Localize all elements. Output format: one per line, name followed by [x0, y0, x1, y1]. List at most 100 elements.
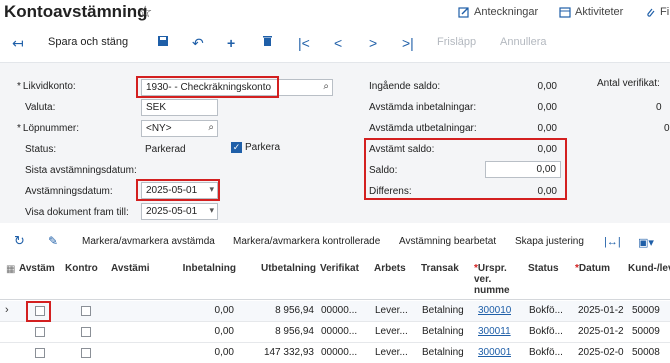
column-header-recon-no[interactable]: Avstämi — [111, 263, 156, 274]
create-adjustment-button[interactable]: Skapa justering — [515, 236, 584, 247]
voucher-cell: 00000... — [321, 347, 358, 358]
type-cell: Betalning — [422, 326, 464, 337]
orig-ref-link[interactable]: 300001 — [478, 347, 511, 358]
highlight-recon-date — [136, 179, 220, 201]
notes-link[interactable]: Anteckningar — [458, 6, 538, 18]
highlight-reconciled-checkbox — [26, 301, 51, 322]
txn-count-value: 0 — [656, 102, 662, 113]
module-cell: Lever... — [375, 326, 408, 337]
type-cell: Betalning — [422, 347, 464, 358]
checkmark-icon: ✓ — [231, 142, 242, 153]
ledger-account-label: Likvidkonto: — [17, 81, 76, 92]
verified-checkbox[interactable] — [81, 348, 91, 361]
status-cell: Bokfö... — [529, 305, 563, 316]
table-row[interactable]: 0,00 147 332,93 00000... Lever... Betaln… — [0, 343, 670, 363]
column-header-date[interactable]: *Datum — [575, 263, 625, 274]
export-excel-icon[interactable]: ▣▾ — [638, 236, 654, 249]
column-header-orig-ref[interactable]: *Urspr. ver. numme — [474, 263, 520, 296]
undo-icon[interactable]: ↶ — [192, 35, 204, 52]
reconciled-checkbox[interactable] — [35, 327, 45, 340]
cancel-button[interactable]: Annullera — [500, 36, 546, 48]
table-row[interactable]: › 0,00 8 956,94 00000... Lever... Betaln… — [0, 301, 670, 322]
ref-number-label: Löpnummer: — [17, 123, 79, 134]
orig-ref-link[interactable]: 300011 — [478, 326, 511, 337]
vendor-cell: 50009 — [632, 305, 660, 316]
column-header-status[interactable]: Status — [528, 263, 570, 274]
column-header-voucher[interactable]: Verifikat — [320, 263, 365, 274]
column-header-module[interactable]: Arbets — [374, 263, 414, 274]
module-cell: Lever... — [375, 347, 408, 358]
paperclip-icon — [647, 8, 655, 17]
table-row[interactable]: 0,00 8 956,94 00000... Lever... Betalnin… — [0, 322, 670, 343]
hold-checkbox[interactable]: ✓ — [231, 142, 242, 153]
edit-pencil-icon[interactable]: ✎ — [48, 234, 58, 248]
first-record-icon[interactable]: |< — [298, 35, 310, 51]
summary-form — [0, 63, 670, 223]
main-toolbar: ↤ Spara och stäng ↶ + |< < > >| Frisläpp… — [0, 30, 670, 58]
delete-icon[interactable] — [262, 35, 273, 50]
lookup-icon[interactable]: ⌕ — [323, 81, 329, 92]
column-header-verified[interactable]: Kontro — [65, 263, 105, 274]
reconciled-checkbox[interactable] — [35, 348, 45, 361]
column-header-receipt[interactable]: Inbetalning — [160, 263, 236, 274]
column-header-type[interactable]: Transak — [421, 263, 469, 274]
status-label: Status: — [25, 144, 57, 155]
column-chooser-icon[interactable]: ▦ — [6, 264, 15, 275]
column-header-disbursement[interactable]: Utbetalning — [240, 263, 316, 274]
add-icon[interactable]: + — [227, 35, 235, 51]
lookup-icon[interactable]: ⌕ — [208, 122, 214, 133]
verified-checkbox[interactable] — [81, 306, 91, 319]
disbursement-cell: 8 956,94 — [275, 326, 314, 337]
next-record-icon[interactable]: > — [369, 35, 377, 51]
save-close-button[interactable]: Spara och stäng — [48, 36, 128, 48]
disbursement-cell: 147 332,93 — [263, 347, 314, 358]
highlight-balance-summary — [364, 138, 567, 200]
receipt-cell: 0,00 — [214, 305, 234, 316]
last-record-icon[interactable]: >| — [402, 35, 414, 51]
chevron-down-icon[interactable]: ▾ — [209, 205, 214, 216]
status-value: Parkerad — [145, 144, 186, 155]
ref-number-field[interactable]: <NY> ⌕ — [141, 120, 218, 137]
vendor-cell: 50008 — [632, 347, 660, 358]
activities-link[interactable]: Aktiviteter — [559, 6, 623, 18]
last-recon-date-label: Sista avstämningsdatum: — [25, 165, 137, 176]
receipt-cell: 0,00 — [214, 326, 234, 337]
refresh-icon[interactable]: ↻ — [14, 233, 25, 249]
receipt-cell: 0,00 — [214, 347, 234, 358]
verified-checkbox[interactable] — [81, 327, 91, 340]
type-cell: Betalning — [422, 305, 464, 316]
voucher-cell: 00000... — [321, 326, 358, 337]
process-recon-button[interactable]: Avstämning bearbetat — [399, 236, 496, 247]
column-header-reconciled[interactable]: Avstäm — [19, 263, 61, 274]
back-arrow-icon[interactable]: ↤ — [12, 35, 24, 52]
mark-verified-button[interactable]: Markera/avmarkera kontrollerade — [233, 236, 380, 247]
orig-ref-link[interactable]: 300010 — [478, 305, 511, 316]
reconciled-receipts-label: Avstämda inbetalningar: — [369, 102, 477, 113]
status-cell: Bokfö... — [529, 347, 563, 358]
favorite-star-icon[interactable]: ☆ — [138, 2, 152, 22]
reconciled-disbursements-label: Avstämda utbetalningar: — [369, 123, 477, 134]
status-cell: Bokfö... — [529, 326, 563, 337]
module-cell: Lever... — [375, 305, 408, 316]
files-link[interactable]: Fi — [644, 6, 669, 18]
current-row-arrow-icon: › — [5, 304, 9, 316]
show-docs-until-field[interactable]: 2025-05-01 ▾ — [141, 203, 218, 220]
reconciled-receipts-value: 0,00 — [537, 102, 557, 113]
release-button[interactable]: Frisläpp — [437, 36, 476, 48]
currency-field[interactable]: SEK — [141, 99, 218, 116]
vendor-cell: 50009 — [632, 326, 660, 337]
previous-record-icon[interactable]: < — [334, 35, 342, 51]
reconciled-disbursements-value: 0,00 — [537, 123, 557, 134]
date-cell: 2025-01-2 — [578, 305, 624, 316]
notes-icon — [458, 7, 469, 18]
fit-columns-icon[interactable]: |↔| — [604, 236, 621, 248]
hold-label: Parkera — [245, 142, 281, 153]
recon-date-label: Avstämningsdatum: — [25, 186, 113, 197]
calendar-icon — [559, 7, 571, 18]
save-icon[interactable] — [157, 35, 169, 50]
date-cell: 2025-02-0 — [578, 347, 624, 358]
txn-count-value-2: 0 — [664, 123, 670, 134]
mark-reconciled-button[interactable]: Markera/avmarkera avstämda — [82, 236, 215, 247]
column-header-vendor[interactable]: Kund-/lev — [628, 263, 670, 274]
date-cell: 2025-01-2 — [578, 326, 624, 337]
